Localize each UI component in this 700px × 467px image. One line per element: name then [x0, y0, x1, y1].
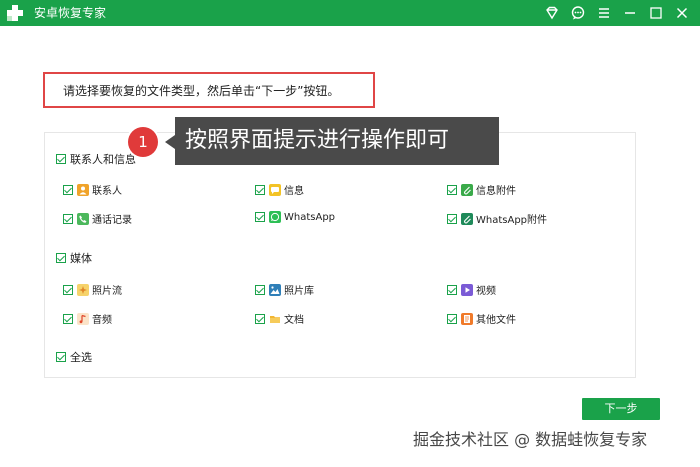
close-icon[interactable]: [674, 5, 690, 21]
option-checkbox[interactable]: [255, 313, 265, 324]
menu-icon[interactable]: [596, 5, 612, 21]
group-media-checkbox[interactable]: [56, 253, 66, 263]
option-checkbox[interactable]: [447, 213, 457, 224]
folder-icon: [269, 313, 281, 325]
option-checkbox[interactable]: [63, 184, 73, 195]
video-icon: [461, 283, 473, 296]
callout-text: 按照界面提示进行操作即可: [165, 117, 499, 165]
option-checkbox[interactable]: [447, 284, 457, 295]
option-checkbox[interactable]: [63, 213, 73, 224]
option-label: WhatsApp: [284, 211, 336, 223]
group-label: 联系人和信息: [70, 153, 136, 166]
whatsapp-icon: [269, 211, 281, 223]
group-contacts-checkbox[interactable]: [56, 154, 66, 164]
group-label: 媒体: [70, 252, 92, 265]
option-checkbox[interactable]: [447, 313, 457, 324]
instruction-text: 请选择要恢复的文件类型，然后单击“下一步”按钮。: [63, 84, 340, 98]
message-icon: [269, 183, 281, 196]
option-documents[interactable]: 文档: [255, 311, 304, 326]
option-label: 通话记录: [92, 215, 132, 226]
option-message-attachments[interactable]: 信息附件: [447, 182, 516, 197]
option-whatsapp[interactable]: WhatsApp: [255, 211, 335, 223]
phone-icon: [77, 212, 89, 225]
option-label: 文档: [284, 315, 304, 326]
option-other-files[interactable]: 其他文件: [447, 311, 516, 326]
file-type-panel: 联系人和信息 联系人 信息 信息附件 通话记录 WhatsApp WhatsAp…: [44, 132, 636, 378]
select-all-label: 全选: [70, 351, 92, 364]
next-step-button[interactable]: 下一步: [582, 398, 660, 420]
option-photo-library[interactable]: 照片库: [255, 282, 314, 297]
option-messages[interactable]: 信息: [255, 182, 304, 197]
option-label: 其他文件: [476, 315, 516, 326]
instruction-highlight: 请选择要恢复的文件类型，然后单击“下一步”按钮。: [43, 72, 375, 108]
option-video[interactable]: 视频: [447, 282, 496, 297]
option-contacts[interactable]: 联系人: [63, 182, 122, 197]
whatsapp-attachment-icon: [461, 212, 473, 225]
option-label: 照片流: [92, 286, 122, 297]
select-all-checkbox[interactable]: [56, 352, 66, 362]
option-checkbox[interactable]: [63, 284, 73, 295]
option-call-log[interactable]: 通话记录: [63, 211, 132, 226]
minimize-icon[interactable]: [622, 5, 638, 21]
contact-icon: [77, 183, 89, 196]
option-checkbox[interactable]: [255, 184, 265, 195]
maximize-icon[interactable]: [648, 5, 664, 21]
option-label: 视频: [476, 286, 496, 297]
option-label: 照片库: [284, 286, 314, 297]
option-label: WhatsApp附件: [476, 215, 548, 226]
group-contacts-messages[interactable]: 联系人和信息: [56, 151, 136, 167]
title-bar: 安卓恢复专家: [0, 0, 700, 26]
audio-icon: [77, 312, 89, 325]
option-label: 信息: [284, 186, 304, 197]
option-checkbox[interactable]: [63, 313, 73, 324]
option-audio[interactable]: 音频: [63, 311, 112, 326]
group-media[interactable]: 媒体: [56, 250, 92, 266]
diamond-icon[interactable]: [544, 5, 560, 21]
chat-icon[interactable]: [570, 5, 586, 21]
select-all[interactable]: 全选: [56, 349, 92, 365]
attachment-icon: [461, 183, 473, 196]
photo-stream-icon: [77, 283, 89, 296]
option-checkbox[interactable]: [447, 184, 457, 195]
app-logo-icon: [6, 4, 24, 22]
file-icon: [461, 312, 473, 325]
option-label: 音频: [92, 315, 112, 326]
option-whatsapp-attachments[interactable]: WhatsApp附件: [447, 211, 547, 226]
app-title: 安卓恢复专家: [34, 6, 107, 20]
option-label: 信息附件: [476, 186, 516, 197]
watermark-text: 掘金技术社区 @ 数据蛙恢复专家: [413, 430, 648, 449]
option-checkbox[interactable]: [255, 284, 265, 295]
photo-library-icon: [269, 283, 281, 296]
option-photo-stream[interactable]: 照片流: [63, 282, 122, 297]
window-controls: [544, 3, 690, 23]
step-number-badge: 1: [128, 127, 158, 157]
option-checkbox[interactable]: [255, 212, 265, 222]
option-label: 联系人: [92, 186, 122, 197]
